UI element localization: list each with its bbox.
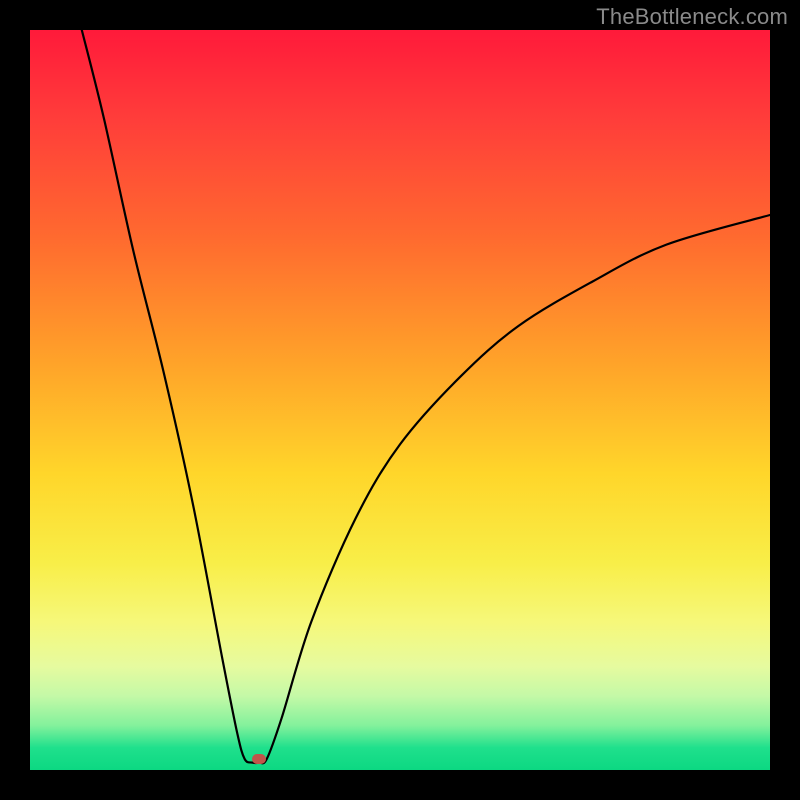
chart-frame: TheBottleneck.com [0, 0, 800, 800]
curve-path [82, 30, 770, 763]
attribution-text: TheBottleneck.com [596, 4, 788, 30]
plot-area [30, 30, 770, 770]
bottleneck-curve [30, 30, 770, 770]
optimal-marker [252, 754, 266, 764]
